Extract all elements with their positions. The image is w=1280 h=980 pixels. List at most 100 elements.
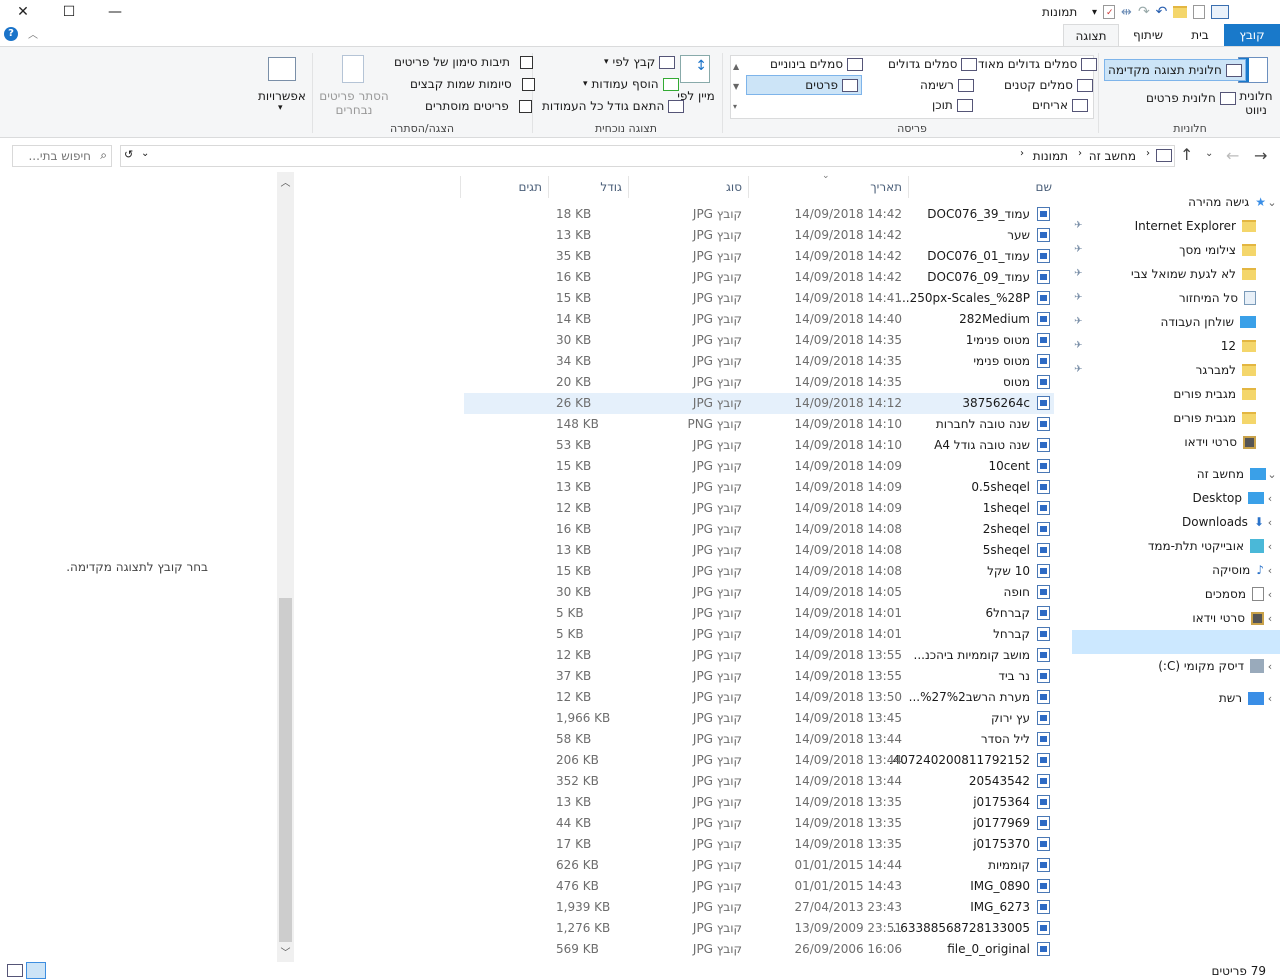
properties-check-icon[interactable]	[1193, 5, 1206, 19]
nav-quick-item[interactable]: מגבית פורים	[1167, 382, 1256, 406]
nav-quick-access[interactable]: ⌄ ★ גישה מהירה	[1182, 190, 1278, 214]
layout-tiles[interactable]: אריחים	[1032, 98, 1088, 112]
file-row[interactable]: 2sheqel 14/09/2018 14:08 קובץ JPG 16 KB	[464, 519, 1054, 540]
preview-scrollbar[interactable]: ︿ ﹀	[277, 172, 294, 962]
expand-chevron-icon[interactable]: ⌄	[1266, 196, 1278, 209]
file-row[interactable]: 63388568728133005...13/09/2009 23:51 קובץ…	[464, 918, 1054, 939]
pin-icon[interactable]: ✈	[1074, 316, 1084, 327]
nav-quick-item[interactable]: Internet Explorer	[1129, 214, 1256, 238]
file-row[interactable]: מטוס פנימי1 14/09/2018 14:35 קובץ JPG 30 KB	[464, 330, 1054, 351]
file-row[interactable]: קברחל6 14/09/2018 14:01 קובץ JPG 5 KB	[464, 603, 1054, 624]
options-dropdown-icon[interactable]: ▾	[278, 103, 283, 113]
qat-dropdown-icon[interactable]: ▾	[1092, 7, 1097, 18]
breadcrumb-sep-icon[interactable]: ›	[1146, 148, 1150, 159]
group-by-button[interactable]: ▾ קבץ לפי	[604, 55, 676, 69]
fit-columns-button[interactable]: התאם גודל כל העמודות	[542, 99, 685, 113]
large-icons-view-icon[interactable]	[7, 964, 23, 977]
nav-quick-item[interactable]: למברגר	[1190, 358, 1256, 382]
hidden-items-checkbox[interactable]	[518, 99, 532, 113]
details-view-icon[interactable]	[26, 962, 46, 979]
close-button[interactable]: ✕	[0, 0, 46, 24]
file-row[interactable]: file_0_original 26/09/2006 16:06 קובץ JPG 5…	[464, 939, 1054, 960]
tab-view[interactable]: תצוגה	[1063, 24, 1119, 46]
breadcrumb-pictures[interactable]: תמונות	[1033, 149, 1068, 163]
expand-chevron-icon[interactable]: ›	[1264, 692, 1276, 705]
column-header-name[interactable]: שם	[1036, 180, 1052, 194]
pin-icon[interactable]: ✈	[1074, 244, 1084, 255]
file-row[interactable]: קוממיות 01/01/2015 14:44 קובץ JPG 626 KB	[464, 855, 1054, 876]
tab-file[interactable]: קובץ	[1224, 24, 1280, 46]
rename-icon[interactable]: ⇹	[1121, 5, 1132, 20]
scroll-up-icon[interactable]: ︿	[277, 174, 294, 189]
file-row[interactable]: מושב קוממיות ביהכנ... 14/09/2018 13:55 קוב…	[464, 645, 1054, 666]
file-row[interactable]: מערת הרשב%27%2... 14/09/2018 13:50 קובץ JP…	[464, 687, 1054, 708]
file-row[interactable]: עמוד_DOC076_09 14/09/2018 14:42 קובץ JPG 16…	[464, 267, 1054, 288]
maximize-button[interactable]: ☐	[46, 0, 92, 24]
file-row[interactable]: עמוד_DOC076_01 14/09/2018 14:42 קובץ JPG 35…	[464, 246, 1054, 267]
pin-icon[interactable]: ✈	[1074, 364, 1084, 375]
file-row[interactable]: 1sheqel 14/09/2018 14:09 קובץ JPG 12 KB	[464, 498, 1054, 519]
expand-chevron-icon[interactable]: ›	[1264, 660, 1276, 673]
address-dropdown-icon[interactable]: ⌄	[141, 148, 149, 159]
options-button[interactable]: אפשרויות	[256, 89, 308, 103]
item-checkboxes-checkbox[interactable]	[519, 55, 533, 69]
hidden-items-option[interactable]: פריטים מוסתרים	[425, 99, 532, 113]
file-row[interactable]: ליל הסדר 14/09/2018 13:44 קובץ JPG 58 KB	[464, 729, 1054, 750]
breadcrumb-sep-icon[interactable]: ›	[1020, 148, 1024, 159]
gallery-scroll-icon[interactable]: ▲ ▼ ▾	[733, 57, 739, 117]
column-header-type[interactable]: סוג	[726, 180, 742, 194]
layout-medium-icons[interactable]: סמלים בינוניים	[770, 57, 864, 71]
nav-quick-item[interactable]: סל המיחזור	[1173, 286, 1256, 310]
file-row[interactable]: j0177969 14/09/2018 13:35 קובץ JPG 44 KB	[464, 813, 1054, 834]
refresh-icon[interactable]: ↺	[124, 148, 133, 161]
redo-icon[interactable]: ↷	[1138, 4, 1150, 20]
tab-home[interactable]: בית	[1177, 24, 1223, 46]
file-row[interactable]: 38756264c 14/09/2018 14:12 קובץ JPG 26 KB	[464, 393, 1054, 414]
scroll-thumb[interactable]	[279, 598, 292, 942]
file-row[interactable]: חופה 14/09/2018 14:05 קובץ JPG 30 KB	[464, 582, 1054, 603]
expand-chevron-icon[interactable]: ›	[1264, 516, 1276, 529]
layout-content[interactable]: תוכן	[932, 98, 973, 112]
back-arrow-icon[interactable]: →	[1254, 146, 1267, 165]
layout-xl-icons[interactable]: סמלים גדולים מאוד	[978, 57, 1098, 71]
expand-chevron-icon[interactable]: ›	[1264, 588, 1276, 601]
up-arrow-icon[interactable]: ↑	[1180, 145, 1193, 164]
nav-pc-item-2[interactable]: › אובייקטי תלת-ממד	[1142, 534, 1276, 558]
pin-icon[interactable]: ✈	[1074, 220, 1084, 231]
layout-list[interactable]: רשימה	[920, 78, 974, 92]
item-checkboxes-option[interactable]: תיבות סימון של פריטים	[394, 55, 533, 69]
file-row[interactable]: 20543542 14/09/2018 13:44 קובץ JPG 352 KB	[464, 771, 1054, 792]
nav-pane-button[interactable]: חלונית ניווט	[1236, 89, 1276, 117]
nav-pc-item-1[interactable]: › ⬇ Downloads	[1176, 510, 1276, 534]
file-row[interactable]: עמוד_DOC076_39 14/09/2018 14:42 קובץ JPG 18…	[464, 204, 1054, 225]
file-row[interactable]: עץ ירוק 14/09/2018 13:45 קובץ JPG 1,966 KB	[464, 708, 1054, 729]
nav-quick-item[interactable]: סרטי וידאו	[1178, 430, 1256, 454]
add-columns-button[interactable]: ▾ הוסף עמודות	[583, 77, 679, 91]
file-row[interactable]: שנה טובה גודל A4 14/09/2018 14:10 קובץ JPG…	[464, 435, 1054, 456]
properties-icon[interactable]: ✓	[1103, 5, 1116, 19]
layout-small-icons[interactable]: סמלים קטנים	[1004, 78, 1093, 92]
expand-chevron-icon[interactable]: ›	[1264, 492, 1276, 505]
file-row[interactable]: 0.5sheqel 14/09/2018 14:09 קובץ JPG 13 KB	[464, 477, 1054, 498]
file-row[interactable]: 10cent 14/09/2018 14:09 קובץ JPG 15 KB	[464, 456, 1054, 477]
undo-icon[interactable]: ↶	[1156, 4, 1168, 20]
nav-quick-item[interactable]: 12	[1215, 334, 1256, 358]
nav-pc-item-0[interactable]: › Desktop	[1187, 486, 1277, 510]
file-row[interactable]: שער 14/09/2018 14:42 קובץ JPG 13 KB	[464, 225, 1054, 246]
nav-pc-item-4[interactable]: › מסמכים	[1199, 582, 1276, 606]
expand-chevron-icon[interactable]: ›	[1264, 540, 1276, 553]
recent-locations-icon[interactable]: ⌄	[1205, 148, 1213, 159]
details-pane-button[interactable]: חלונית פרטים	[1146, 91, 1236, 105]
breadcrumb-sep-icon[interactable]: ›	[1078, 148, 1082, 159]
extensions-option[interactable]: סיומות שמות קבצים	[410, 77, 535, 91]
search-icon[interactable]: ⌕	[100, 148, 107, 163]
file-row[interactable]: 250px-Scales_%28P... 14/09/2018 14:41 קובץ…	[464, 288, 1054, 309]
nav-quick-item[interactable]: צילומי מסך	[1173, 238, 1256, 262]
nav-pc-item-3[interactable]: › ♪ מוסיקה	[1206, 558, 1276, 582]
file-row[interactable]: j0175364 14/09/2018 13:35 קובץ JPG 13 KB	[464, 792, 1054, 813]
pin-icon[interactable]: ✈	[1074, 268, 1084, 279]
file-row[interactable]: 10 שקל 14/09/2018 14:08 קובץ JPG 15 KB	[464, 561, 1054, 582]
expand-chevron-icon[interactable]: ›	[1264, 612, 1276, 625]
nav-pc-item-5[interactable]: › סרטי וידאו	[1186, 606, 1276, 630]
search-input[interactable]	[13, 146, 91, 166]
